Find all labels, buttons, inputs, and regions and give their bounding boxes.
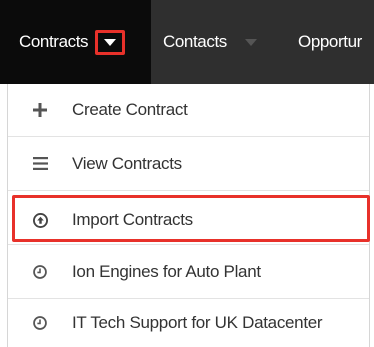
list-icon — [32, 156, 48, 172]
menu-item-label: View Contracts — [72, 153, 182, 173]
menu-divider — [8, 190, 369, 191]
contracts-dropdown-menu: Create Contract View Contracts Import Co… — [7, 84, 370, 347]
tab-opportunities[interactable]: Opportur — [298, 0, 362, 84]
tab-contacts-label[interactable]: Contacts — [163, 32, 227, 52]
contracts-dropdown-toggle[interactable] — [95, 29, 126, 55]
menu-item-label: Create Contract — [72, 100, 188, 119]
module-navbar: Contracts Contacts Opportur — [0, 0, 374, 84]
tab-contacts[interactable]: Contacts — [163, 0, 257, 84]
chevron-down-icon — [104, 38, 117, 46]
menu-item-recent-ion-engines[interactable]: Ion Engines for Auto Plant — [8, 245, 369, 298]
clock-icon — [32, 264, 48, 280]
import-highlight-box — [12, 195, 370, 242]
tab-contracts-label[interactable]: Contracts — [19, 32, 89, 52]
tab-opportunities-label[interactable]: Opportur — [298, 32, 362, 52]
menu-item-recent-it-tech-support[interactable]: IT Tech Support for UK Datacenter — [8, 299, 369, 347]
tab-contracts[interactable]: Contracts — [0, 0, 151, 84]
menu-item-label: Ion Engines for Auto Plant — [72, 261, 261, 281]
menu-item-create-contract[interactable]: Create Contract — [8, 84, 369, 136]
menu-item-view-contracts[interactable]: View Contracts — [8, 137, 369, 190]
chevron-down-icon[interactable] — [244, 38, 257, 46]
plus-icon — [32, 102, 48, 118]
clock-icon — [32, 315, 48, 331]
menu-item-label: IT Tech Support for UK Datacenter — [72, 313, 323, 332]
